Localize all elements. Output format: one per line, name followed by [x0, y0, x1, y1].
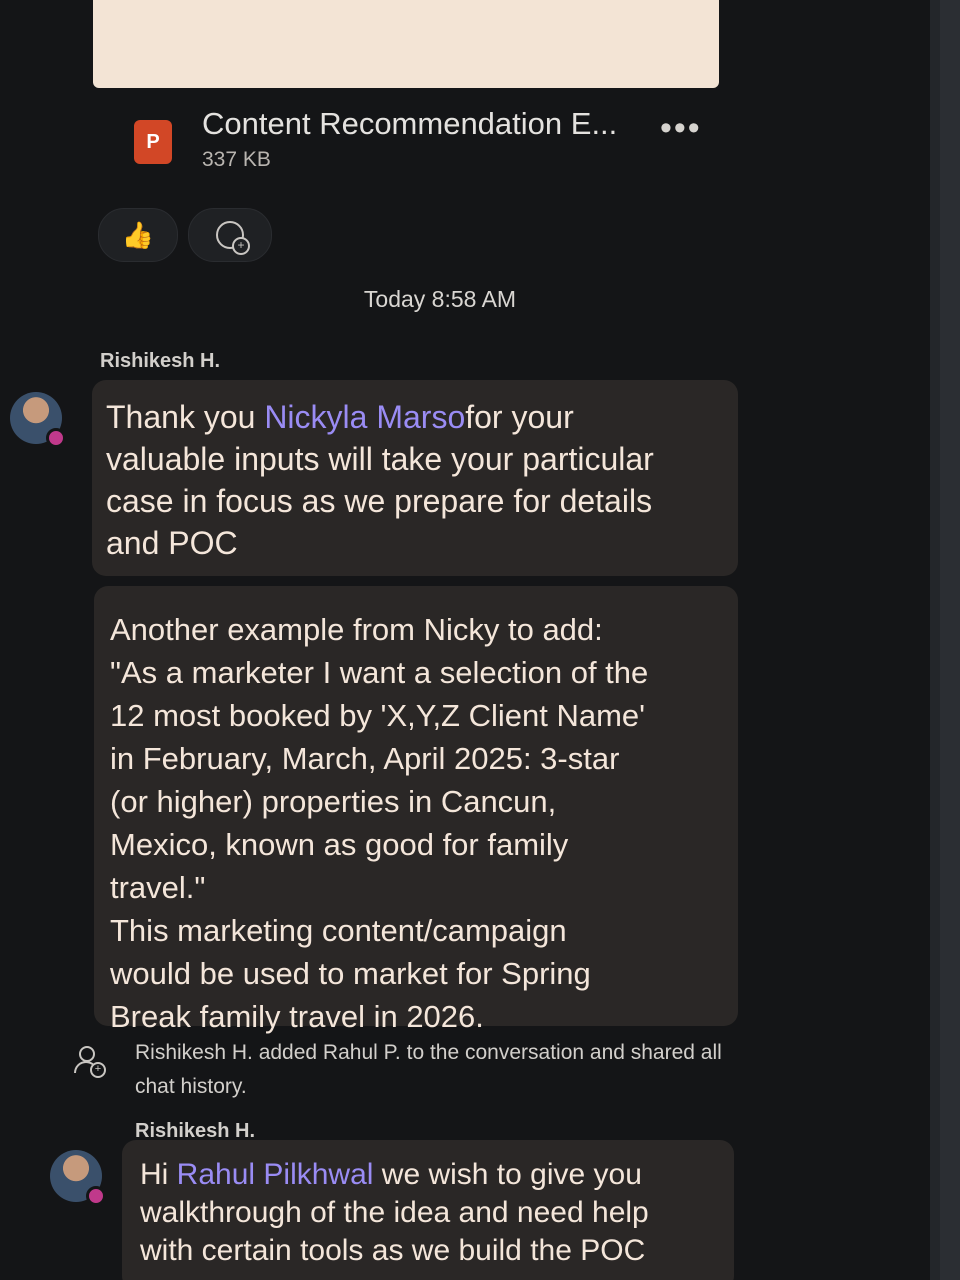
mention-link[interactable]: Nickyla Marso — [264, 399, 465, 435]
add-reaction-button[interactable] — [188, 208, 272, 262]
attachment-size: 337 KB — [202, 148, 271, 171]
chat-screen: P Content Recommendation E... 337 KB •••… — [0, 0, 940, 1280]
mention-link[interactable]: Rahul Pilkhwal — [177, 1158, 374, 1191]
message-line: "As a marketer I want a selection of the — [110, 655, 649, 690]
message-line: travel." — [110, 870, 206, 905]
message-line: in February, March, April 2025: 3-star — [110, 741, 620, 776]
date-divider: Today 8:58 AM — [363, 286, 517, 312]
message-line: walkthrough of the idea and need help — [140, 1196, 649, 1229]
add-person-icon: + — [72, 1046, 106, 1078]
message-bubble[interactable]: Thank you Nickyla Marsofor your valuable… — [92, 380, 738, 576]
file-preview-thumbnail[interactable] — [93, 0, 719, 88]
message-bubble[interactable]: Another example from Nicky to add: "As a… — [94, 586, 738, 1034]
message-line: Mexico, known as good for family — [110, 827, 569, 862]
presence-icon — [86, 1186, 106, 1206]
system-message: Rishikesh H. added Rahul P. to the conve… — [135, 1041, 722, 1098]
message-line: would be used to market for Spring — [110, 956, 591, 991]
attachment-name: Content Recommendation E... — [202, 106, 618, 141]
message-line: Another example from Nicky to add: — [110, 612, 603, 647]
file-attachment[interactable]: P Content Recommendation E... 337 KB — [110, 100, 720, 180]
powerpoint-file-icon: P — [134, 120, 172, 164]
message-line: and POC — [106, 525, 238, 561]
thumbs-up-icon: 👍 — [121, 219, 155, 250]
message-line: Thank you Nickyla Marsofor your — [106, 399, 574, 435]
reaction-thumbs-up[interactable]: 👍 — [98, 208, 178, 262]
message-line: with certain tools as we build the POC — [140, 1234, 646, 1267]
message-line: 12 most booked by 'X,Y,Z Client Name' — [110, 698, 646, 733]
message-bubble[interactable]: Hi Rahul Pilkhwal we wish to give you wa… — [122, 1140, 734, 1280]
add-reaction-icon — [216, 221, 250, 255]
message-line: case in focus as we prepare for details — [106, 483, 653, 519]
message-line: (or higher) properties in Cancun, — [110, 784, 557, 819]
presence-icon — [46, 428, 66, 448]
message-line: valuable inputs will take your particula… — [106, 441, 654, 477]
more-options-icon[interactable]: ••• — [660, 111, 702, 145]
message-line: This marketing content/campaign — [110, 913, 567, 948]
sender-name: Rishikesh H. — [100, 350, 221, 372]
message-line: Hi Rahul Pilkhwal we wish to give you — [140, 1158, 642, 1191]
message-line: Break family travel in 2026. — [110, 999, 484, 1034]
